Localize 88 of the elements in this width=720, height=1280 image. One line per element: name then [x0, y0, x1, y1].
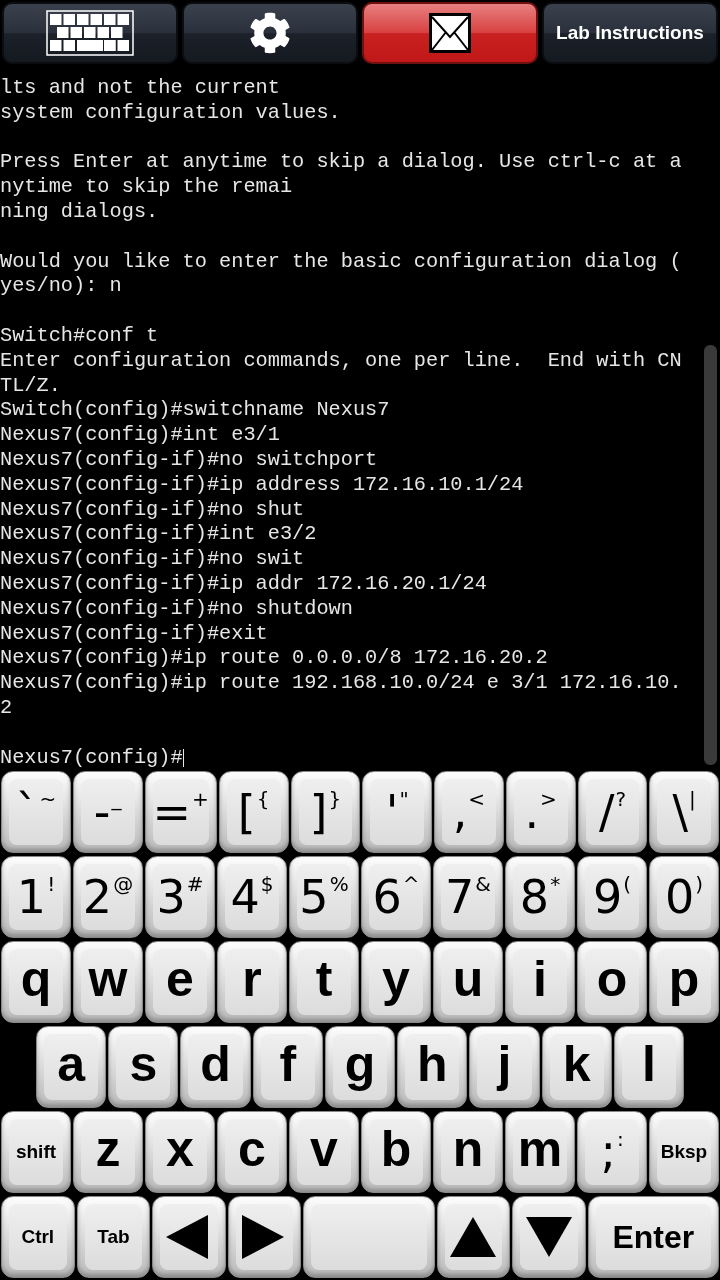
terminal-line: Nexus7(config-if)#exit [0, 621, 268, 647]
key[interactable]: p [649, 941, 719, 1023]
terminal-line: nytime to skip the remai [0, 175, 293, 200]
key[interactable]: o [577, 941, 647, 1023]
terminal-line: Nexus7(config-if)#int e3/2 [0, 522, 317, 548]
key[interactable]: h [397, 1026, 468, 1108]
terminal-line: Nexus7(config-if)#no swit [0, 547, 305, 572]
key[interactable]: '" [362, 771, 433, 853]
key[interactable]: Ctrl [1, 1196, 75, 1278]
scrollbar[interactable] [704, 345, 717, 765]
key[interactable]: [{ [218, 771, 289, 853]
key[interactable]: ;: [577, 1111, 647, 1193]
terminal-line: Nexus7(config)#ip route 0.0.0.0/8 172.16.20.2 [0, 646, 548, 672]
key[interactable]: Tab [76, 1196, 151, 1278]
key[interactable]: j [469, 1026, 540, 1108]
key[interactable]: e [145, 941, 215, 1023]
key[interactable]: 3# [145, 856, 215, 938]
terminal-line: lts and not the current [0, 76, 280, 101]
mail-button[interactable] [362, 2, 538, 64]
lab-instructions-button[interactable]: Lab Instructions [542, 2, 718, 64]
key[interactable]: c [217, 1111, 287, 1193]
arrow-key[interactable] [227, 1196, 302, 1278]
key[interactable]: x [145, 1111, 215, 1193]
terminal-line: Nexus7(config-if)#no shut [0, 497, 305, 523]
terminal-line: Nexus7(config)#int e3/1 [0, 423, 280, 448]
key[interactable]: -_ [72, 771, 143, 853]
key[interactable]: f [252, 1026, 323, 1108]
key[interactable]: `~ [1, 771, 71, 853]
terminal-line: TL/Z. [0, 373, 61, 399]
terminal-line: Nexus7(config)# [0, 745, 183, 771]
key[interactable]: 4$ [217, 856, 287, 938]
key[interactable]: q [1, 941, 71, 1023]
key[interactable]: 6^ [361, 856, 431, 938]
key[interactable]: g [324, 1026, 396, 1108]
arrow-key[interactable] [152, 1196, 226, 1278]
terminal-line: Would you like to enter the basic configuration dialog ( [0, 249, 682, 275]
keyboard-icon [46, 10, 134, 56]
settings-button[interactable] [182, 2, 358, 64]
key[interactable]: /? [577, 771, 648, 853]
key[interactable]: Enter [587, 1196, 719, 1278]
terminal-line: ning dialogs. [0, 200, 159, 225]
terminal-line: Nexus7(config)#ip route 192.168.10.0/24 e 3/1 172.16.10. [0, 671, 682, 696]
terminal-line: Switch#conf t [0, 323, 159, 349]
key[interactable]: a [36, 1026, 107, 1108]
key[interactable]: s [108, 1026, 179, 1108]
key[interactable]: ]} [290, 771, 361, 853]
terminal-line: Nexus7(config-if)#ip address 172.16.10.1/24 [0, 472, 524, 498]
keyboard-button[interactable] [2, 2, 178, 64]
key[interactable]: r [217, 941, 287, 1023]
terminal-line: Nexus7(config-if)#ip addr 172.16.20.1/24 [0, 571, 487, 597]
key[interactable]: i [505, 941, 575, 1023]
key[interactable]: 1! [1, 856, 71, 938]
key[interactable]: ,< [434, 771, 504, 853]
key[interactable]: w [73, 941, 143, 1023]
key[interactable]: b [361, 1111, 431, 1193]
key[interactable]: \| [649, 771, 720, 853]
terminal-line: system configuration values. [0, 100, 341, 126]
key[interactable]: v [289, 1111, 359, 1193]
key[interactable]: 0) [649, 856, 719, 938]
arrow-key[interactable] [436, 1196, 511, 1278]
key[interactable]: Bksp [649, 1111, 719, 1193]
terminal-line: Nexus7(config-if)#no switchport [0, 447, 378, 473]
terminal-line: Nexus7(config-if)#no shutdown [0, 596, 353, 622]
key[interactable]: =+ [144, 771, 217, 853]
key[interactable]: .> [505, 771, 576, 853]
key[interactable]: t [289, 941, 359, 1023]
terminal-line: yes/no): n [0, 274, 122, 300]
key[interactable]: m [505, 1111, 575, 1193]
key[interactable]: 7& [433, 856, 503, 938]
key[interactable]: 8* [505, 856, 575, 938]
terminal-line: Press Enter at anytime to skip a dialog. Use ctrl-c at a [0, 150, 682, 176]
key[interactable]: 2@ [73, 856, 143, 938]
terminal-line: Enter configuration commands, one per line. End with CN [0, 348, 682, 374]
key[interactable]: z [73, 1111, 143, 1193]
key[interactable]: n [433, 1111, 503, 1193]
key[interactable]: u [433, 941, 503, 1023]
key[interactable]: 5% [289, 856, 359, 938]
key[interactable]: shift [1, 1111, 71, 1193]
key[interactable]: y [361, 941, 431, 1023]
terminal-line: 2 [0, 695, 13, 721]
settings-icon [249, 12, 291, 54]
arrow-key[interactable] [512, 1196, 586, 1278]
key[interactable]: l [613, 1026, 684, 1108]
key[interactable]: k [541, 1026, 612, 1108]
key[interactable]: d [180, 1026, 251, 1108]
envelope-icon [429, 13, 471, 53]
terminal-line: Switch(config)#switchname Nexus7 [0, 398, 390, 424]
key[interactable]: 9( [577, 856, 647, 938]
